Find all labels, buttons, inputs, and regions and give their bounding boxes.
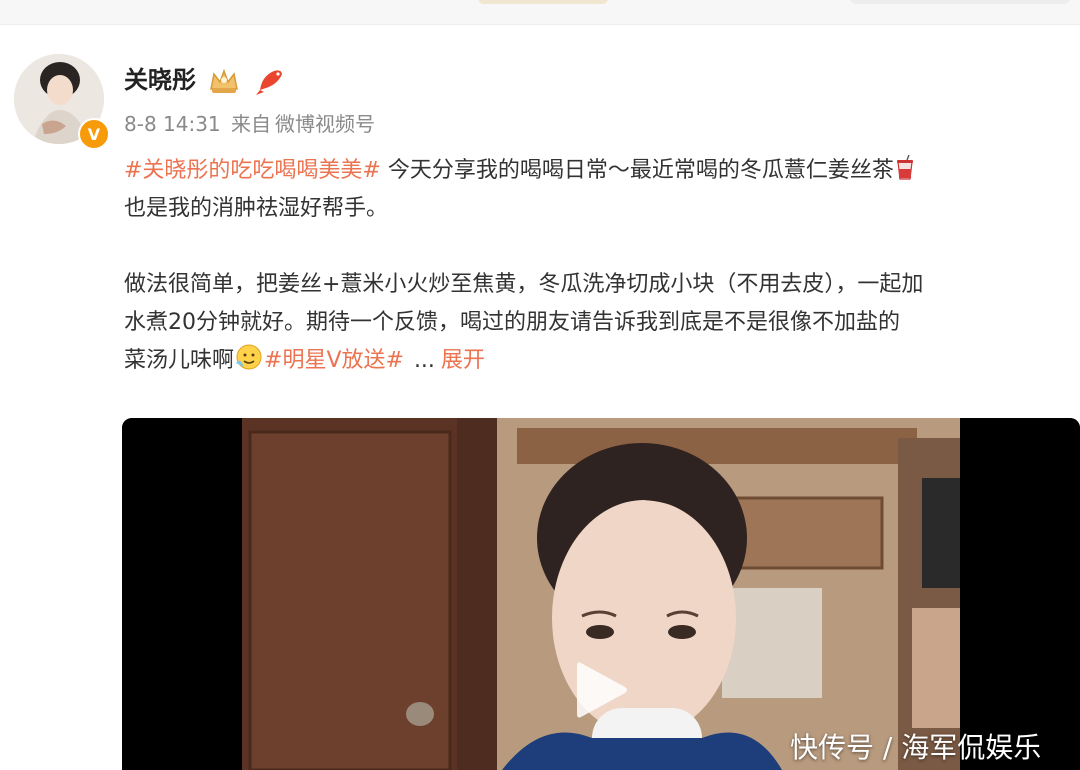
post-date: 8-8 14:31 [124,112,221,136]
expand-link[interactable]: 展开 [441,348,485,373]
username[interactable]: 关晓彤 [124,62,196,98]
post-meta: 8-8 14:31 来自 微博视频号 [124,108,379,140]
top-tab-indicator[interactable] [478,0,608,4]
post-source[interactable]: 微博视频号 [275,112,375,136]
verified-v-icon: V [78,118,110,150]
content-text-5: 菜汤儿味啊 [124,348,235,373]
content-line-4: 水煮20分钟就好。期待一个反馈，喝过的朋友请告诉我到底是不是很像不加盐的 [124,310,900,335]
post-content: #关晓彤的吃吃喝喝美美# 今天分享我的喝喝日常～最近常喝的冬瓜薏仁姜丝茶 也是我… [124,152,1074,380]
top-search-bar[interactable] [850,0,1070,4]
koi-fish-icon[interactable] [252,62,288,98]
content-line-3: 做法很简单，把姜丝+薏米小火炒至焦黄，冬瓜洗净切成小块（不用去皮），一起加 [124,272,924,297]
top-bar [0,0,1080,25]
content-line-5: 菜汤儿味啊 #明星V放送#... 展开 [124,342,1074,380]
watermark: 快传号 / 海军侃娱乐 [790,731,1042,764]
content-text-1: 今天分享我的喝喝日常～最近常喝的冬瓜薏仁姜丝茶 [380,158,894,183]
smile-emoji-icon [236,344,262,370]
crown-badge-icon[interactable] [206,62,242,98]
topic-link-2[interactable]: #明星V放送# [264,348,404,373]
topic-link-1[interactable]: #关晓彤的吃吃喝喝美美# [124,158,381,183]
drink-cup-icon [896,155,913,180]
content-line-1: #关晓彤的吃吃喝喝美美# 今天分享我的喝喝日常～最近常喝的冬瓜薏仁姜丝茶 [124,152,1074,190]
source-prefix: 来自 [231,112,272,136]
ellipsis: ... [413,348,435,373]
content-line-2: 也是我的消肿祛湿好帮手。 [124,196,389,221]
play-icon[interactable] [565,655,635,725]
